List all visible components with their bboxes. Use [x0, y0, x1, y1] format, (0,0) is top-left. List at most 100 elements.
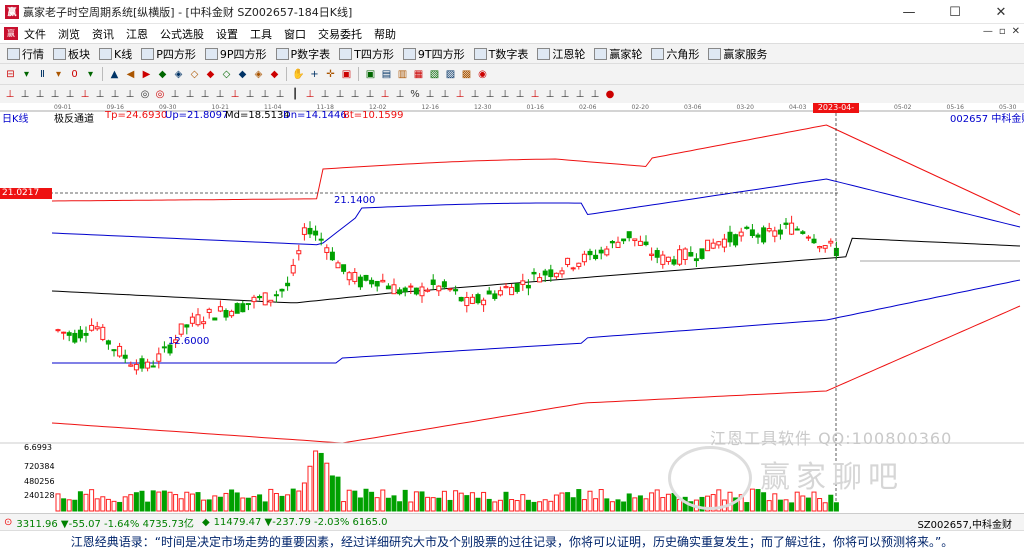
cycle-tool-21-icon[interactable]: ⊥: [318, 87, 332, 102]
menu-file[interactable]: 文件: [18, 26, 52, 42]
cycle-tool-9-icon[interactable]: ◎: [138, 87, 152, 102]
minimize-button[interactable]: —: [886, 0, 932, 24]
cycle-tool-31-icon[interactable]: ⊥: [468, 87, 482, 102]
cycle-tool-2-icon[interactable]: ⊥: [33, 87, 47, 102]
cycle-tool-17-icon[interactable]: ⊥: [258, 87, 272, 102]
cycle-tool-6-icon[interactable]: ⊥: [93, 87, 107, 102]
cycle-tool-13-icon[interactable]: ⊥: [198, 87, 212, 102]
draw-tool-0-icon[interactable]: ⊟: [3, 67, 18, 82]
menu-help[interactable]: 帮助: [368, 26, 402, 42]
draw-tool-1-icon[interactable]: ▾: [19, 67, 34, 82]
toolbar-button-10[interactable]: 赢家轮: [590, 45, 646, 63]
toolbar-button-9[interactable]: 江恩轮: [533, 45, 589, 63]
draw-tool-22-icon[interactable]: ▤: [379, 67, 394, 82]
cycle-tool-29-icon[interactable]: ⊥: [438, 87, 452, 102]
draw-tool-14-icon[interactable]: ◆: [235, 67, 250, 82]
cycle-tool-40-icon[interactable]: ●: [603, 87, 617, 102]
draw-tool-12-icon[interactable]: ◆: [203, 67, 218, 82]
toolbar-button-3[interactable]: P四方形: [137, 45, 200, 63]
cycle-tool-33-icon[interactable]: ⊥: [498, 87, 512, 102]
sz-index-status[interactable]: 11479.47 ▼-237.79 -2.03% 6165.0: [214, 517, 388, 528]
cycle-tool-10-icon[interactable]: ◎: [153, 87, 167, 102]
menu-browse[interactable]: 浏览: [52, 26, 86, 42]
cycle-tool-14-icon[interactable]: ⊥: [213, 87, 227, 102]
menu-settings[interactable]: 设置: [210, 26, 244, 42]
cycle-tool-15-icon[interactable]: ⊥: [228, 87, 242, 102]
draw-tool-21-icon[interactable]: ▣: [363, 67, 378, 82]
cycle-tool-19-icon[interactable]: ┃: [288, 87, 302, 102]
cycle-tool-23-icon[interactable]: ⊥: [348, 87, 362, 102]
cycle-tool-5-icon[interactable]: ⊥: [78, 87, 92, 102]
draw-tool-27-icon[interactable]: ▩: [459, 67, 474, 82]
cycle-tool-30-icon[interactable]: ⊥: [453, 87, 467, 102]
cycle-tool-12-icon[interactable]: ⊥: [183, 87, 197, 102]
draw-tool-5-icon[interactable]: ▾: [83, 67, 98, 82]
toolbar-button-11[interactable]: 六角形: [647, 45, 703, 63]
cycle-tool-35-icon[interactable]: ⊥: [528, 87, 542, 102]
draw-tool-18-icon[interactable]: +: [307, 67, 322, 82]
draw-tool-2-icon[interactable]: Ⅱ: [35, 67, 50, 82]
cycle-tool-26-icon[interactable]: ⊥: [393, 87, 407, 102]
draw-tool-23-icon[interactable]: ▥: [395, 67, 410, 82]
menu-tools[interactable]: 工具: [244, 26, 278, 42]
cycle-tool-1-icon[interactable]: ⊥: [18, 87, 32, 102]
cycle-tool-0-icon[interactable]: ⊥: [3, 87, 17, 102]
cycle-tool-27-icon[interactable]: %: [408, 87, 422, 102]
cycle-tool-11-icon[interactable]: ⊥: [168, 87, 182, 102]
draw-tool-9-icon[interactable]: ◆: [155, 67, 170, 82]
draw-tool-10-icon[interactable]: ◈: [171, 67, 186, 82]
cycle-tool-8-icon[interactable]: ⊥: [123, 87, 137, 102]
draw-tool-25-icon[interactable]: ▧: [427, 67, 442, 82]
cycle-tool-16-icon[interactable]: ⊥: [243, 87, 257, 102]
cycle-tool-36-icon[interactable]: ⊥: [543, 87, 557, 102]
toolbar-button-0[interactable]: 行情: [3, 45, 48, 63]
child-restore-button[interactable]: ▫: [999, 26, 1006, 37]
draw-tool-3-icon[interactable]: ▾: [51, 67, 66, 82]
cycle-tool-28-icon[interactable]: ⊥: [423, 87, 437, 102]
draw-tool-13-icon[interactable]: ◇: [219, 67, 234, 82]
draw-tool-8-icon[interactable]: ▶: [139, 67, 154, 82]
draw-tool-15-icon[interactable]: ◈: [251, 67, 266, 82]
close-button[interactable]: ✕: [978, 0, 1024, 24]
toolbar-button-4[interactable]: 9P四方形: [201, 45, 271, 63]
draw-tool-17-icon[interactable]: ✋: [291, 67, 306, 82]
draw-tool-28-icon[interactable]: ◉: [475, 67, 490, 82]
cycle-tool-20-icon[interactable]: ⊥: [303, 87, 317, 102]
draw-tool-16-icon[interactable]: ◆: [267, 67, 282, 82]
cycle-tool-39-icon[interactable]: ⊥: [588, 87, 602, 102]
sh-index-status[interactable]: 3311.96 ▼-55.07 -1.64% 4735.73亿: [16, 515, 194, 530]
toolbar-button-1[interactable]: 板块: [49, 45, 94, 63]
cycle-tool-7-icon[interactable]: ⊥: [108, 87, 122, 102]
child-close-button[interactable]: ✕: [1012, 26, 1020, 37]
cycle-tool-24-icon[interactable]: ⊥: [363, 87, 377, 102]
toolbar-button-6[interactable]: T四方形: [335, 45, 398, 63]
draw-tool-19-icon[interactable]: ✛: [323, 67, 338, 82]
toolbar-button-5[interactable]: P数字表: [272, 45, 335, 63]
draw-tool-4-icon[interactable]: 0: [67, 67, 82, 82]
cycle-tool-22-icon[interactable]: ⊥: [333, 87, 347, 102]
cycle-tool-3-icon[interactable]: ⊥: [48, 87, 62, 102]
draw-tool-24-icon[interactable]: ▦: [411, 67, 426, 82]
draw-tool-7-icon[interactable]: ◀: [123, 67, 138, 82]
cycle-tool-32-icon[interactable]: ⊥: [483, 87, 497, 102]
menu-gann[interactable]: 江恩: [120, 26, 154, 42]
menu-window[interactable]: 窗口: [278, 26, 312, 42]
toolbar-button-8[interactable]: T数字表: [470, 45, 533, 63]
toolbar-button-12[interactable]: 赢家服务: [704, 45, 771, 63]
maximize-button[interactable]: ☐: [932, 0, 978, 24]
draw-tool-11-icon[interactable]: ◇: [187, 67, 202, 82]
draw-tool-26-icon[interactable]: ▨: [443, 67, 458, 82]
menu-trade[interactable]: 交易委托: [312, 26, 368, 42]
cycle-tool-34-icon[interactable]: ⊥: [513, 87, 527, 102]
toolbar-button-2[interactable]: K线: [95, 45, 136, 63]
cycle-tool-38-icon[interactable]: ⊥: [573, 87, 587, 102]
menu-info[interactable]: 资讯: [86, 26, 120, 42]
child-minimize-button[interactable]: —: [983, 26, 993, 37]
cycle-tool-25-icon[interactable]: ⊥: [378, 87, 392, 102]
menu-formula[interactable]: 公式选股: [154, 26, 210, 42]
toolbar-button-7[interactable]: 9T四方形: [399, 45, 469, 63]
cycle-tool-4-icon[interactable]: ⊥: [63, 87, 77, 102]
cycle-tool-18-icon[interactable]: ⊥: [273, 87, 287, 102]
draw-tool-6-icon[interactable]: ▲: [107, 67, 122, 82]
cycle-tool-37-icon[interactable]: ⊥: [558, 87, 572, 102]
